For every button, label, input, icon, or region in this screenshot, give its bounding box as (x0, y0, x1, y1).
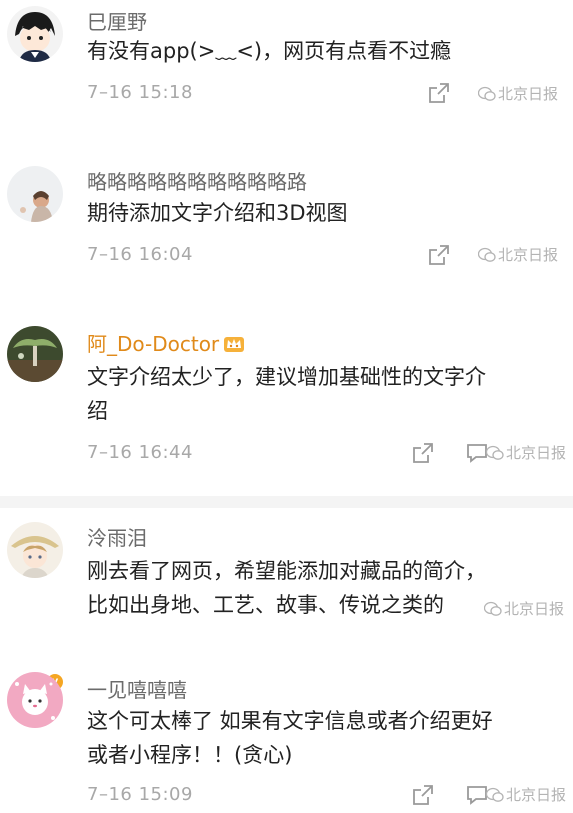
wechat-logo-icon (478, 247, 496, 262)
avatar[interactable] (7, 326, 63, 382)
watermark: 北京日报 (478, 244, 558, 265)
wechat-logo-icon (478, 86, 496, 101)
vip-crown-icon (224, 337, 245, 352)
share-icon[interactable] (412, 784, 434, 806)
comment-icon[interactable] (466, 442, 488, 464)
comment-text-line: 刚去看了网页，希望能添加对藏品的简介， (87, 559, 486, 583)
watermark: 北京日报 (486, 784, 566, 805)
username[interactable]: 巳厘野 (87, 6, 147, 35)
wechat-logo-icon (486, 787, 504, 802)
avatar[interactable] (7, 522, 63, 578)
comment-text: 文字介绍太少了，建议增加基础性的文字介 绍 (87, 360, 557, 428)
comment-text-line: 文字介绍太少了，建议增加基础性的文字介 (87, 365, 486, 389)
timestamp: 7–16 15:18 (87, 82, 193, 103)
comment-text: 期待添加文字介绍和3D视图 (87, 196, 557, 230)
watermark: 北京日报 (478, 83, 558, 104)
comment-text-line: 这个可太棒了 如果有文字信息或者介绍更好 (87, 709, 493, 733)
avatar[interactable] (7, 672, 63, 728)
username[interactable]: 泠雨泪 (87, 522, 147, 551)
watermark-label: 北京日报 (506, 444, 567, 462)
timestamp: 7–16 15:09 (87, 784, 193, 805)
comment-item: 巳厘野 有没有app(>﹏<)，网页有点看不过瘾 7–16 15:18 北京日报 (0, 0, 573, 130)
watermark-label: 北京日报 (506, 786, 567, 804)
share-icon[interactable] (428, 244, 450, 266)
comment-item: 一见嘻嘻嘻 这个可太棒了 如果有文字信息或者介绍更好 或者小程序！！(贪心) 7… (0, 656, 573, 813)
comment-text-line: 有没有app(>﹏<)，网页有点看不过瘾 (87, 39, 452, 63)
username[interactable]: 阿_Do-Doctor (87, 328, 245, 357)
watermark-label: 北京日报 (504, 600, 565, 618)
share-icon[interactable] (428, 82, 450, 104)
comment-text-line: 或者小程序！！(贪心) (87, 743, 293, 767)
comment-item: v 阿_Do-Doctor 文字介绍太少了，建议增加基础性的文字介 绍 7–16… (0, 310, 573, 692)
username-label: 阿_Do-Doctor (87, 332, 220, 356)
comment-text-line: 绍 (87, 399, 108, 423)
avatar[interactable] (7, 6, 63, 62)
comment-text: 这个可太棒了 如果有文字信息或者介绍更好 或者小程序！！(贪心) (87, 704, 557, 772)
wechat-logo-icon (486, 445, 504, 460)
avatar[interactable] (7, 166, 63, 222)
share-icon[interactable] (412, 442, 434, 464)
comment-text-line: 期待添加文字介绍和3D视图 (87, 201, 348, 225)
comment-icon[interactable] (466, 784, 488, 806)
section-divider (0, 496, 573, 508)
username[interactable]: 一见嘻嘻嘻 (87, 674, 187, 703)
timestamp: 7–16 16:04 (87, 244, 193, 265)
watermark: 北京日报 (486, 442, 566, 463)
username[interactable]: 略略略略略略略略略略路 (87, 166, 307, 195)
timestamp: 7–16 16:44 (87, 442, 193, 463)
watermark-label: 北京日报 (498, 85, 559, 103)
comment-item: 泠雨泪 刚去看了网页，希望能添加对藏品的简介， 比如出身地、工艺、故事、传说之类… (0, 510, 573, 650)
wechat-logo-icon (484, 601, 502, 616)
watermark: 北京日报 (484, 598, 564, 619)
watermark-label: 北京日报 (498, 246, 559, 264)
comment-item: 略略略略略略略略略略路 期待添加文字介绍和3D视图 7–16 16:04 北京日… (0, 150, 573, 290)
comment-text: 有没有app(>﹏<)，网页有点看不过瘾 (87, 34, 557, 68)
